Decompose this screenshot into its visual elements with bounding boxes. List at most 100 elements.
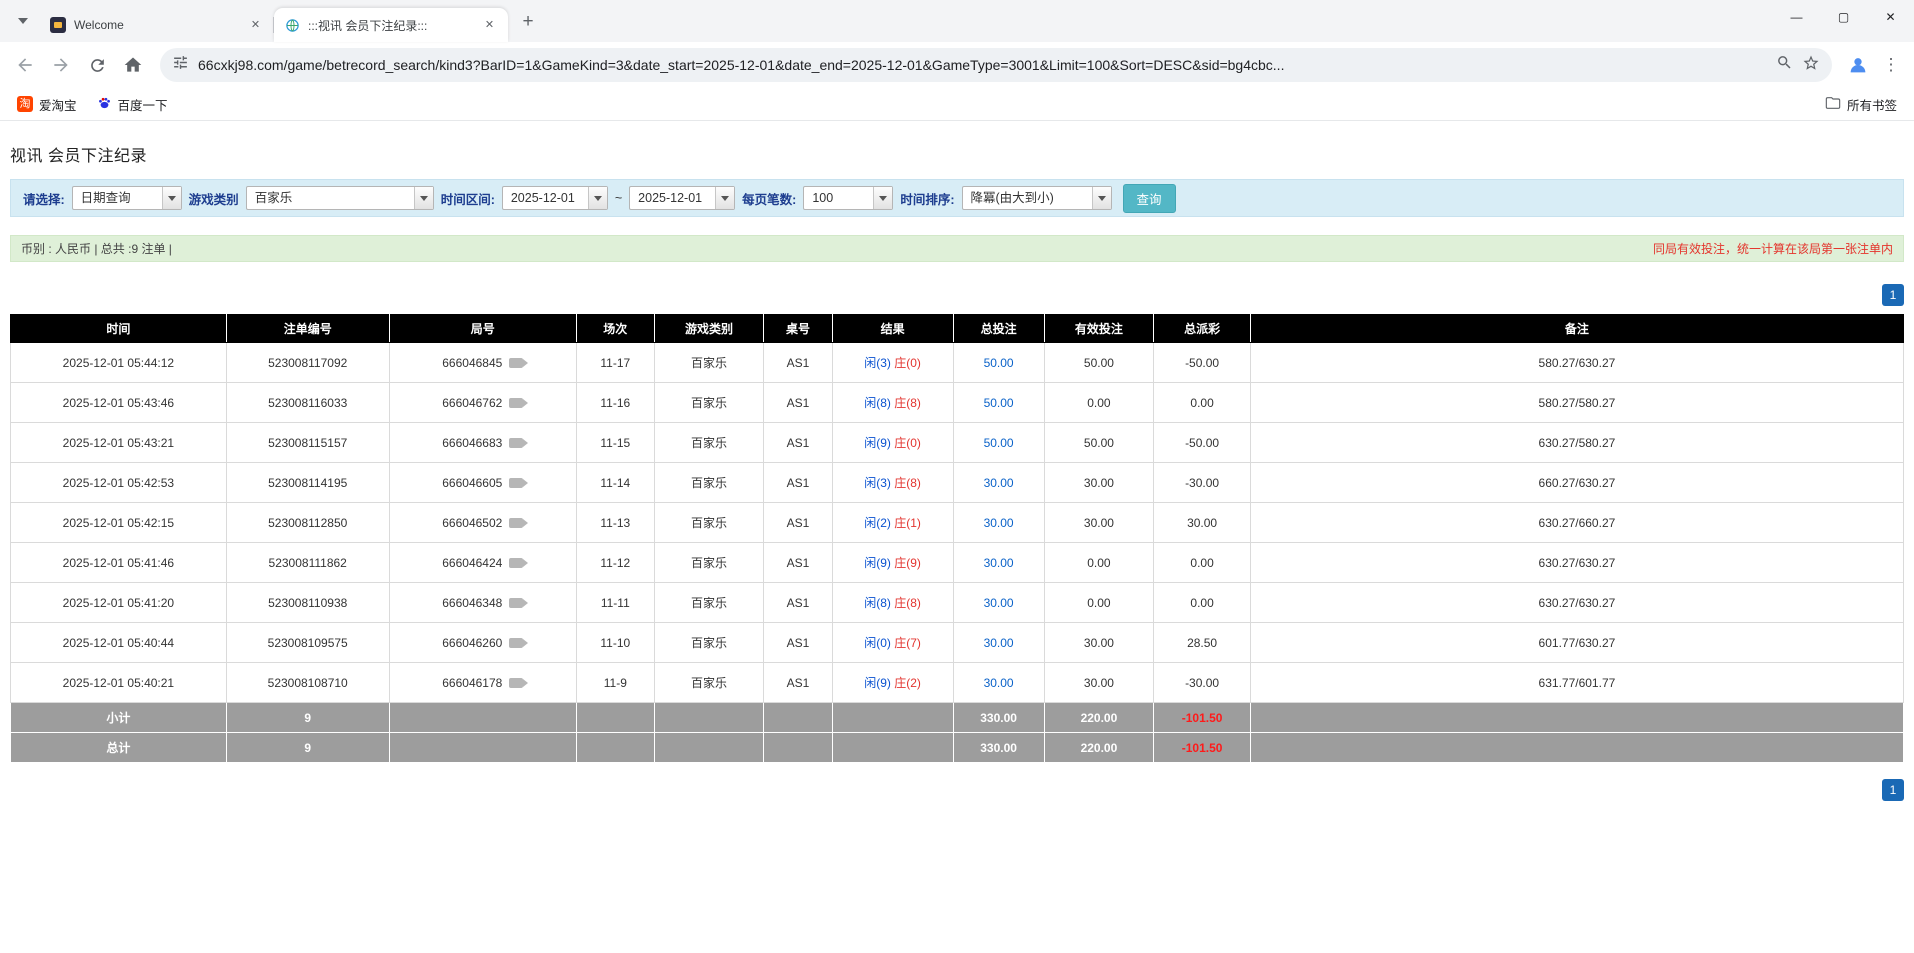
column-header: 备注: [1249, 314, 1905, 343]
minimize-button[interactable]: —: [1773, 0, 1820, 34]
game-type-cell: 百家乐: [653, 462, 765, 503]
game-type-cell: 百家乐: [653, 582, 765, 623]
query-type-label: 请选择:: [23, 192, 65, 207]
all-bookmarks[interactable]: 所有书签: [1818, 91, 1904, 118]
bet-records-table: 时间 注单编号 局号 场次 游戏类别 桌号 结果 总投注 有效投注 总派彩 备注 2025-12-0…: [10, 314, 1905, 763]
payout-cell: 0.00: [1153, 382, 1251, 423]
total-bet-link[interactable]: 30.00: [984, 596, 1014, 610]
session-cell: 11-16: [576, 382, 655, 423]
time-cell: 2025-12-01 05:43:21: [10, 422, 227, 463]
remark-cell: 660.27/630.27: [1249, 462, 1905, 503]
session-cell: 11-13: [576, 502, 655, 543]
banker-result: 庄(0): [894, 436, 921, 450]
dropdown-arrow-icon[interactable]: [161, 187, 181, 209]
table-no-cell: AS1: [763, 422, 833, 463]
total-bet-cell: 30.00: [952, 662, 1045, 703]
remark-cell: 580.27/580.27: [1249, 382, 1905, 423]
tab-welcome[interactable]: Welcome ✕: [40, 8, 274, 42]
reload-button[interactable]: [80, 48, 114, 82]
valid-bet-cell: 50.00: [1043, 342, 1155, 383]
bookmark-star-icon[interactable]: [1802, 54, 1820, 77]
dropdown-arrow-icon[interactable]: [413, 187, 433, 209]
total-bet-link[interactable]: 50.00: [984, 356, 1014, 370]
dropdown-arrow-icon[interactable]: [587, 187, 607, 209]
maximize-button[interactable]: ▢: [1820, 0, 1867, 34]
address-bar[interactable]: 66cxkj98.com/game/betrecord_search/kind3…: [160, 48, 1832, 82]
game-type-cell: 百家乐: [653, 662, 765, 703]
total-bet-link[interactable]: 30.00: [984, 676, 1014, 690]
payout-cell: 0.00: [1153, 582, 1251, 623]
dropdown-arrow-icon[interactable]: [873, 187, 893, 209]
total-bet-link[interactable]: 30.00: [984, 556, 1014, 570]
payout-cell: -30.00: [1153, 662, 1251, 703]
bookmark-label: 百度一下: [117, 98, 168, 113]
footer-valid-bet: 220.00: [1043, 702, 1155, 733]
total-bet-link[interactable]: 50.00: [984, 396, 1014, 410]
video-replay-icon[interactable]: [509, 357, 529, 368]
sort-order-select[interactable]: 降冪(由大到小): [961, 186, 1112, 210]
zoom-icon[interactable]: [1776, 54, 1793, 76]
banker-result: 庄(8): [894, 476, 921, 490]
page-size-select[interactable]: 100: [803, 186, 894, 210]
tab-close-icon[interactable]: ✕: [247, 17, 264, 34]
game-type-select[interactable]: 百家乐: [245, 186, 434, 210]
new-tab-button[interactable]: +: [514, 8, 542, 36]
table-no-cell: AS1: [763, 342, 833, 383]
dropdown-arrow-icon[interactable]: [715, 187, 735, 209]
result-cell: 闲(8) 庄(8): [831, 582, 954, 623]
date-end-select[interactable]: 2025-12-01: [629, 186, 736, 210]
footer-count: 9: [225, 732, 390, 763]
home-button[interactable]: [116, 48, 150, 82]
close-window-button[interactable]: ✕: [1867, 0, 1914, 34]
total-bet-link[interactable]: 30.00: [984, 636, 1014, 650]
bookmark-taobao[interactable]: 淘 爱淘宝: [10, 91, 84, 118]
video-replay-icon[interactable]: [509, 517, 529, 528]
footer-label: 小计: [10, 702, 227, 733]
window-controls: — ▢ ✕: [1773, 0, 1914, 34]
profile-icon[interactable]: [1842, 49, 1874, 81]
tab-strip: Welcome ✕ :::视讯 会员下注纪录::: ✕ + — ▢ ✕: [0, 0, 1914, 42]
tab-search-button[interactable]: [8, 6, 38, 36]
dropdown-arrow-icon[interactable]: [1091, 187, 1111, 209]
round-cell: 666046260: [388, 622, 578, 663]
video-replay-icon[interactable]: [509, 477, 529, 488]
site-info-icon[interactable]: [172, 54, 189, 76]
page-number-button[interactable]: 1: [1882, 284, 1904, 306]
game-type-cell: 百家乐: [653, 422, 765, 463]
bookmark-baidu[interactable]: 百度一下: [90, 91, 175, 118]
remark-cell: 631.77/601.77: [1249, 662, 1905, 703]
video-replay-icon[interactable]: [509, 637, 529, 648]
video-replay-icon[interactable]: [509, 557, 529, 568]
bet-id-cell: 523008110938: [225, 582, 390, 623]
date-start-select[interactable]: 2025-12-01: [501, 186, 608, 210]
bet-row: 2025-12-01 05:43:21 523008115157 666046683…: [10, 422, 1905, 463]
filter-bar: 请选择: 日期查询 游戏类别 百家乐 时间区间: 2025-12-01 ~ 20…: [10, 179, 1904, 217]
total-bet-link[interactable]: 30.00: [984, 476, 1014, 490]
query-type-select[interactable]: 日期查询: [71, 186, 182, 210]
tab-label: :::视讯 会员下注纪录:::: [308, 18, 428, 33]
player-result: 闲(9): [864, 676, 891, 690]
tab-betrecord[interactable]: :::视讯 会员下注纪录::: ✕: [274, 8, 508, 42]
forward-button[interactable]: [44, 48, 78, 82]
browser-toolbar: 66cxkj98.com/game/betrecord_search/kind3…: [0, 42, 1914, 88]
menu-icon[interactable]: ⋮: [1876, 49, 1906, 81]
page-number-button[interactable]: 1: [1882, 779, 1904, 801]
video-replay-icon[interactable]: [509, 437, 529, 448]
video-replay-icon[interactable]: [509, 597, 529, 608]
player-result: 闲(9): [864, 556, 891, 570]
video-replay-icon[interactable]: [509, 397, 529, 408]
result-cell: 闲(3) 庄(8): [831, 462, 954, 503]
folder-icon: [1825, 95, 1841, 114]
page-content: 视讯 会员下注纪录 请选择: 日期查询 游戏类别 百家乐 时间区间: 2025-…: [0, 142, 1914, 801]
back-button[interactable]: [8, 48, 42, 82]
video-replay-icon[interactable]: [509, 677, 529, 688]
search-button[interactable]: 查询: [1122, 183, 1176, 213]
total-bet-link[interactable]: 30.00: [984, 516, 1014, 530]
total-bet-link[interactable]: 50.00: [984, 436, 1014, 450]
footer-label: 总计: [10, 732, 227, 763]
payout-cell: 28.50: [1153, 622, 1251, 663]
taobao-icon: 淘: [17, 96, 33, 112]
total-bet-cell: 30.00: [952, 622, 1045, 663]
column-header: 游戏类别: [653, 314, 765, 343]
tab-close-icon[interactable]: ✕: [481, 17, 498, 34]
